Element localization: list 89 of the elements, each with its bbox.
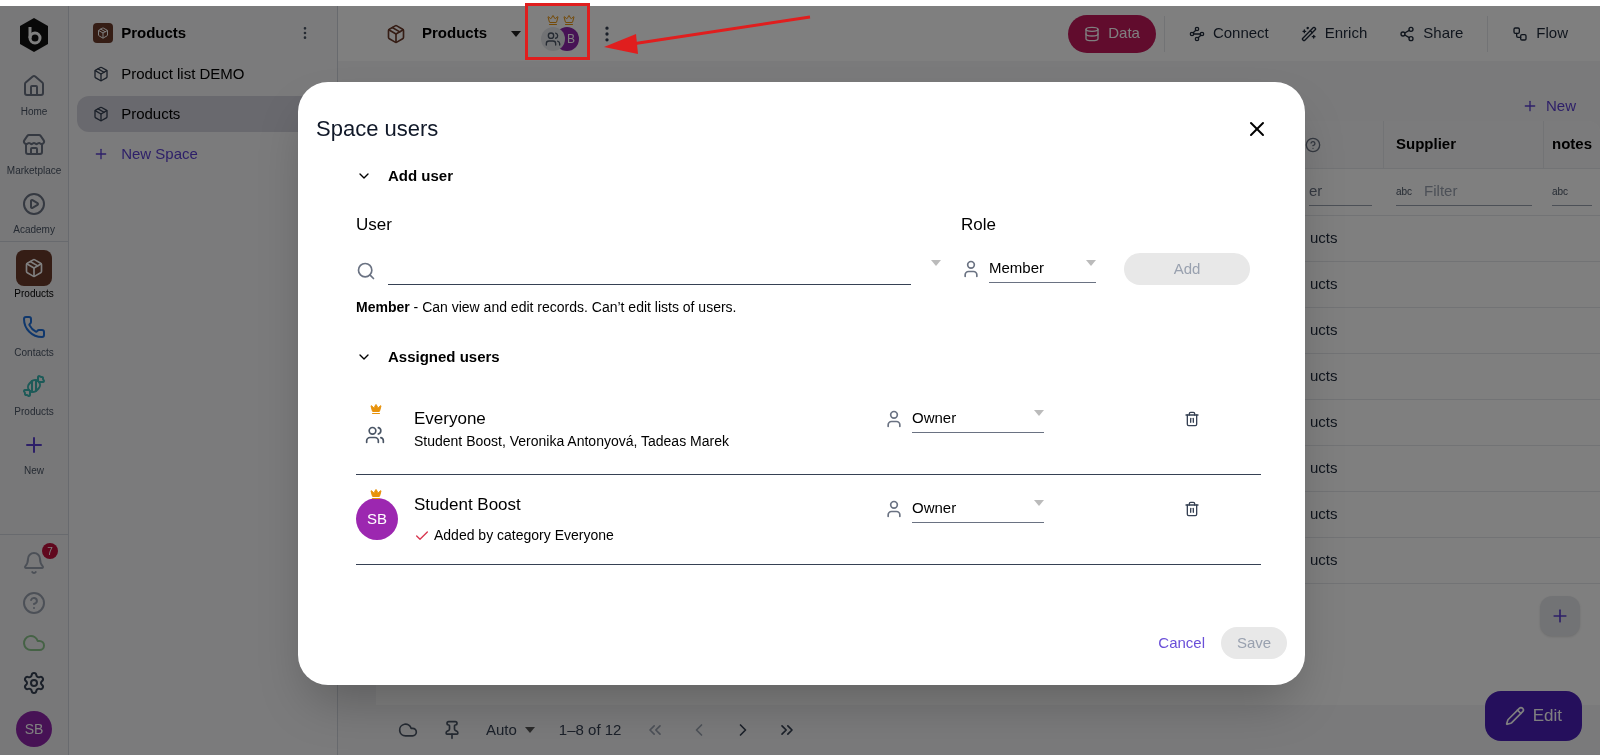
logo-icon	[18, 18, 51, 52]
toolbar-button[interactable]: Enrich	[1284, 14, 1384, 53]
toolbar-button[interactable]: Flow	[1496, 14, 1584, 53]
pencil-icon	[1504, 706, 1525, 726]
table-cell-text: ucts	[1310, 550, 1338, 571]
table-cell-text: ucts	[1310, 228, 1338, 249]
person-icon	[961, 259, 981, 279]
rail-item[interactable]: Academy	[0, 182, 69, 241]
role-select[interactable]: Owner	[912, 405, 1044, 433]
user-avatar: SB	[356, 498, 398, 540]
database-icon	[1084, 25, 1101, 42]
table-cell-text: ucts	[1310, 366, 1338, 387]
help-icon	[1305, 136, 1321, 153]
field-label: Role	[961, 213, 997, 236]
user-detail: Student Boost, Veronika Antonyová, Tadeas Marek	[414, 432, 729, 452]
settings-icon[interactable]	[22, 671, 47, 695]
box-icon	[386, 23, 406, 44]
share-icon	[1399, 25, 1416, 42]
bell-icon[interactable]	[22, 551, 47, 575]
role-select[interactable]: Member	[989, 255, 1096, 283]
space-title: Products	[422, 23, 487, 44]
add-row-button[interactable]	[1540, 596, 1580, 636]
box-icon	[24, 258, 45, 278]
flow-icon	[1512, 25, 1529, 42]
cloud-icon	[398, 720, 418, 740]
box-icon	[97, 27, 110, 39]
rail-item[interactable]: Products	[0, 246, 69, 305]
notification-badge: 7	[42, 543, 59, 559]
new-record-button[interactable]: New	[1522, 94, 1576, 117]
role-description: Member - Can view and edit records. Can’t edit lists of users.	[356, 298, 738, 317]
delete-button[interactable]	[1184, 411, 1200, 427]
rail-item[interactable]: Contacts	[0, 305, 69, 364]
column-header[interactable]: notes	[1544, 121, 1600, 168]
sidebar-title: Products	[121, 22, 187, 43]
trash-icon	[1184, 411, 1200, 427]
box-icon	[93, 66, 110, 82]
group-icon	[365, 425, 385, 445]
cancel-button[interactable]: Cancel	[1158, 631, 1205, 655]
connect-icon	[1188, 25, 1205, 42]
caret-icon	[931, 260, 941, 266]
section-toggle[interactable]: Assigned users	[356, 346, 1261, 369]
text-type-label: abc	[1552, 185, 1569, 199]
table-cell-text: ucts	[1310, 320, 1338, 341]
delete-button[interactable]	[1184, 501, 1200, 517]
box-icon	[93, 106, 110, 122]
caret-icon	[1034, 499, 1044, 506]
caret-icon	[1034, 409, 1044, 416]
section-toggle[interactable]: Add user	[356, 165, 1261, 188]
caret-icon[interactable]	[511, 30, 521, 37]
user-avatar[interactable]: SB	[16, 711, 53, 747]
role-select[interactable]: Owner	[912, 495, 1044, 523]
toolbar-button[interactable]: Data	[1068, 14, 1156, 53]
page-range: 1–8 of 12	[558, 719, 622, 740]
table-cell-text: ucts	[1310, 412, 1338, 433]
user-name: Student Boost	[414, 493, 522, 516]
toolbar-button[interactable]: Connect	[1172, 14, 1285, 53]
field-label: User	[356, 213, 393, 236]
user-name: Everyone	[414, 407, 487, 430]
rail-item[interactable]: New	[0, 423, 69, 482]
person-icon	[884, 409, 904, 429]
rail-item[interactable]: Marketplace	[0, 123, 69, 182]
wand-icon	[1300, 25, 1317, 42]
table-cell-text: ucts	[1310, 504, 1338, 525]
store-icon	[22, 133, 47, 157]
column-header[interactable]: Supplier	[1384, 121, 1544, 168]
caret-icon	[524, 727, 535, 733]
text-type-label: abc	[1396, 185, 1413, 199]
play-icon	[22, 192, 47, 216]
rail-item[interactable]: Home	[0, 64, 69, 123]
highlight-frame	[525, 3, 590, 60]
caret-icon	[1086, 259, 1096, 266]
edit-button[interactable]: Edit	[1484, 691, 1582, 741]
table-cell-text: ucts	[1310, 274, 1338, 295]
toolbar-button[interactable]: Share	[1383, 14, 1480, 53]
person-icon	[884, 499, 904, 519]
page-size-dropdown[interactable]: Auto	[486, 718, 535, 742]
trash-icon	[1184, 501, 1200, 517]
space-users-avatars[interactable]: B	[541, 13, 585, 54]
rail-item[interactable]: Products	[0, 364, 69, 423]
phone-icon	[22, 315, 47, 339]
home-icon	[22, 74, 47, 98]
sidebar-item[interactable]: Product list DEMO	[77, 56, 329, 92]
user-detail: Added by category Everyone	[434, 526, 614, 546]
search-icon	[356, 261, 376, 281]
candy-icon	[22, 374, 47, 398]
filter-field[interactable]: er	[1309, 178, 1372, 206]
table-cell-text: ucts	[1310, 458, 1338, 479]
pin-icon[interactable]	[442, 720, 462, 740]
filter-field[interactable]: abc	[1552, 178, 1592, 206]
